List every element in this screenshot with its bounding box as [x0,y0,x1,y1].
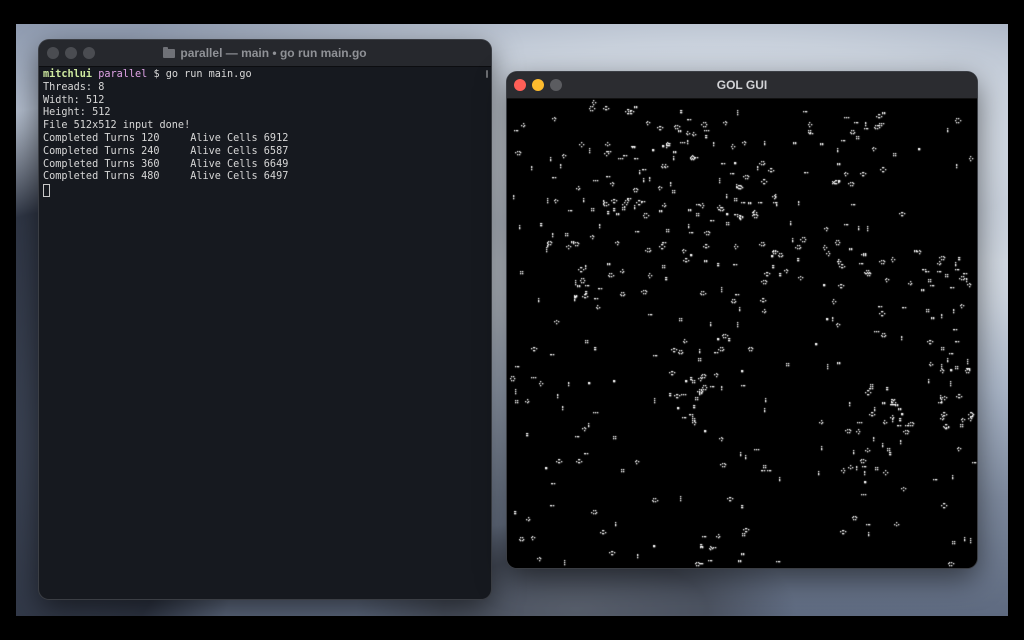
output-line: Completed Turns 360 Alive Cells 6649 [43,158,289,170]
terminal-titlebar[interactable]: parallel — main • go run main.go [39,40,491,67]
game-of-life-board[interactable] [507,99,977,568]
terminal-title-text: parallel — main • go run main.go [180,46,367,60]
gol-titlebar[interactable]: GOL GUI [507,72,977,99]
prompt-command: go run main.go [165,69,252,80]
terminal-output[interactable]: mitchlui parallel $ go run main.go Thread… [39,67,491,202]
output-line: Completed Turns 480 Alive Cells 6497 [43,171,289,183]
prompt-line: mitchlui parallel $ go run main.go [43,69,487,82]
terminal-title: parallel — main • go run main.go [39,40,491,66]
cursor-line [43,184,487,200]
prompt-dir: parallel [98,69,148,80]
folder-icon [163,47,176,58]
scrollbar[interactable] [486,70,488,78]
output-line: Completed Turns 240 Alive Cells 6587 [43,145,289,157]
text-cursor [43,184,50,198]
output-line: Height: 512 [43,107,111,119]
gol-window[interactable]: GOL GUI [507,72,977,568]
prompt-symbol: $ [153,69,160,80]
prompt-user: mitchlui [43,69,93,80]
output-line: Threads: 8 [43,81,105,93]
terminal-window[interactable]: parallel — main • go run main.go mitchlu… [39,40,491,599]
output-line: Width: 512 [43,94,105,106]
gol-title: GOL GUI [716,78,768,92]
output-line: File 512x512 input done! [43,120,191,132]
output-line: Completed Turns 120 Alive Cells 6912 [43,132,289,144]
